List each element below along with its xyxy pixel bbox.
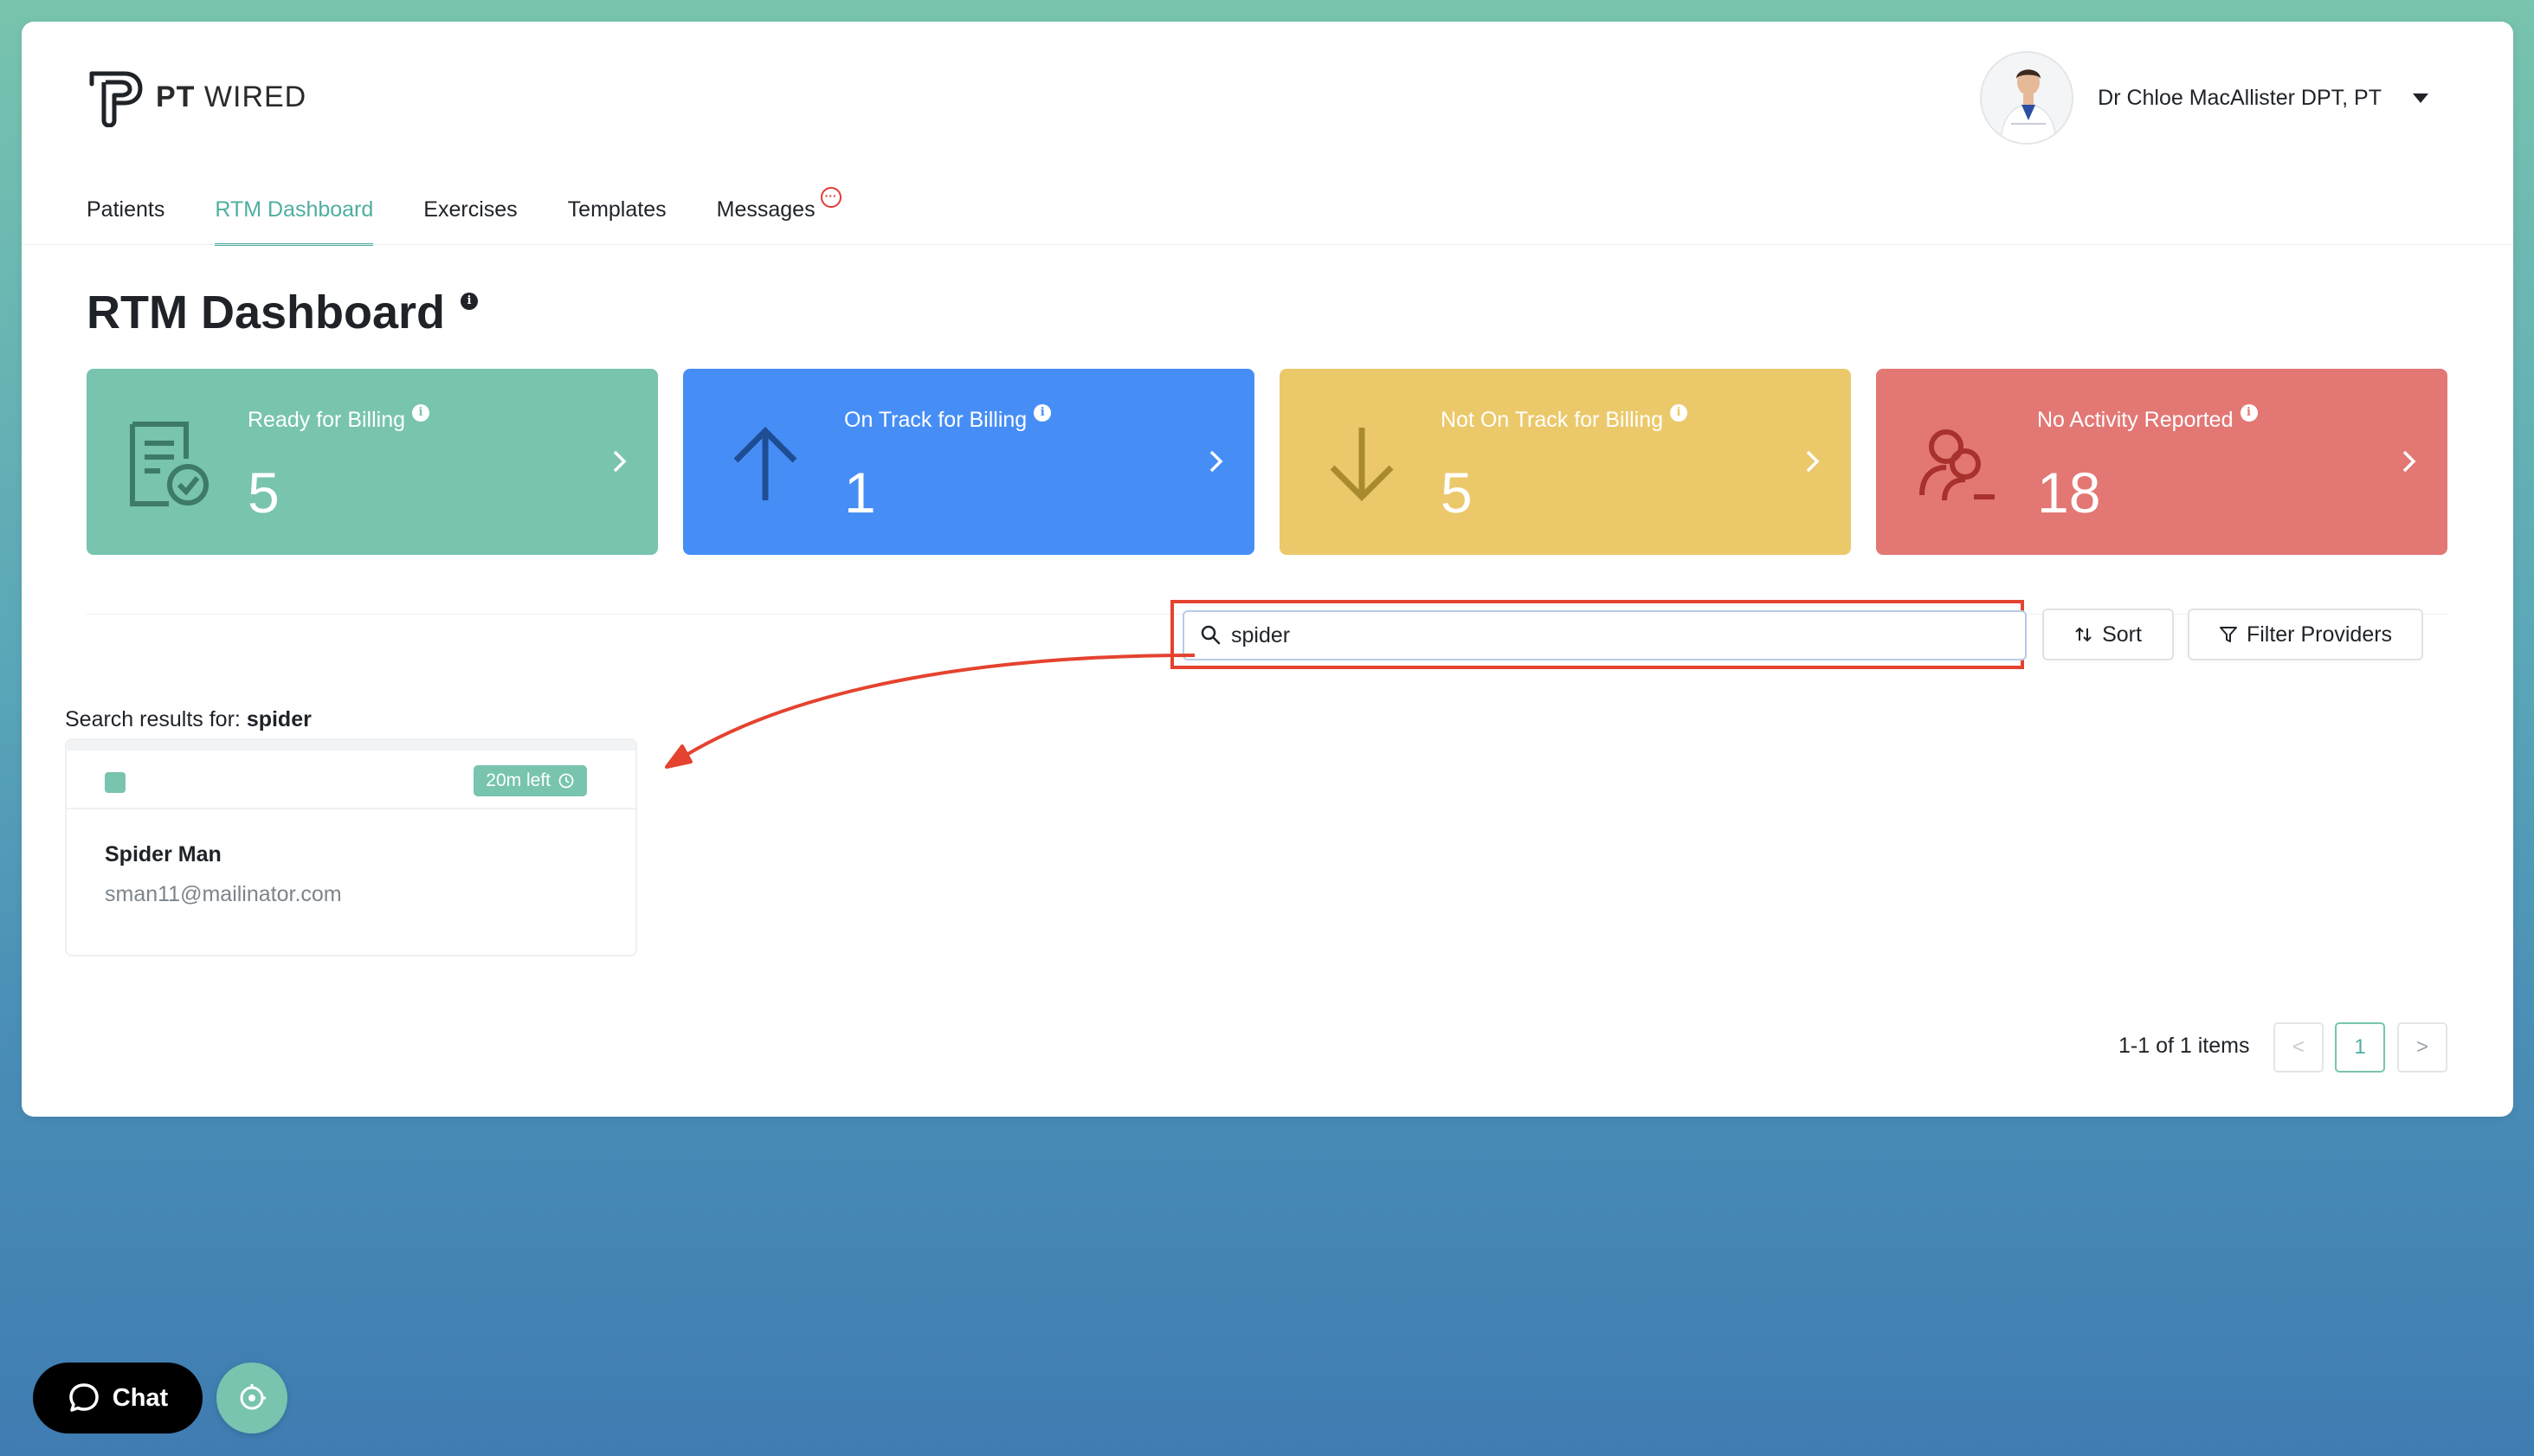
info-icon[interactable]: i <box>1034 404 1052 422</box>
patient-card-header: 20m left <box>67 740 635 809</box>
info-icon[interactable]: i <box>2240 404 2258 422</box>
arrow-down-icon <box>1330 428 1394 501</box>
pagination-next-button[interactable]: > <box>2397 1022 2447 1073</box>
card-label: On Track for Billing i <box>844 404 1052 433</box>
card-value: 5 <box>1441 461 1473 525</box>
pagination-page-1[interactable]: 1 <box>2335 1022 2385 1073</box>
card-label: Ready for Billing i <box>248 404 430 433</box>
info-icon[interactable]: i <box>412 404 430 422</box>
doctor-avatar-icon <box>1982 53 2073 143</box>
messages-badge-icon: ··· <box>820 187 841 208</box>
chevron-down-icon[interactable] <box>2413 93 2428 103</box>
info-icon[interactable]: i <box>461 293 479 310</box>
nav-item-label: RTM Dashboard <box>215 197 374 222</box>
info-icon[interactable]: i <box>1670 404 1688 422</box>
chevron-right-icon: > <box>2415 1035 2428 1059</box>
billing-doc-check-icon <box>130 422 209 506</box>
summary-cards: Ready for Billing i 5 On Track for Billi… <box>87 369 2447 555</box>
pt-wired-logo-icon <box>89 71 143 127</box>
main-nav: Patients RTM Dashboard Exercises Templat… <box>87 187 841 246</box>
nav-item-patients[interactable]: Patients <box>87 197 164 246</box>
results-query: spider <box>246 707 312 731</box>
card-label: Not On Track for Billing i <box>1441 404 1688 433</box>
brand-name-bold: PT <box>156 80 196 113</box>
patient-email: sman11@mailinator.com <box>105 882 342 906</box>
page-number: 1 <box>2354 1035 2366 1059</box>
chevron-right-icon <box>613 450 627 473</box>
patient-name[interactable]: Spider Man <box>105 842 222 867</box>
brand-name-light: WIRED <box>203 80 307 113</box>
search-field[interactable] <box>1183 610 2027 660</box>
search-results-label: Search results for: spider <box>65 707 312 732</box>
sort-icon <box>2075 627 2092 642</box>
chevron-right-icon <box>2402 450 2416 473</box>
card-label: No Activity Reported i <box>2037 404 2258 433</box>
card-no-activity-reported[interactable]: No Activity Reported i 18 <box>1876 369 2447 555</box>
time-left-text: 20m left <box>486 770 551 790</box>
patient-card[interactable]: 20m left Spider Man sman11@mailinator.co… <box>65 738 637 957</box>
card-label-text: Ready for Billing <box>248 408 406 432</box>
nav-item-label: Templates <box>567 197 667 222</box>
nav-item-label: Patients <box>87 197 165 222</box>
card-on-track-for-billing[interactable]: On Track for Billing i 1 <box>683 369 1254 555</box>
arrow-up-icon <box>733 427 797 500</box>
clock-icon <box>558 773 574 789</box>
card-value: 18 <box>2037 461 2101 525</box>
results-prefix: Search results for: <box>65 707 241 731</box>
status-indicator <box>105 772 126 793</box>
user-menu[interactable]: Dr Chloe MacAllister DPT, PT <box>1980 51 2428 145</box>
help-widget-button[interactable] <box>216 1363 287 1433</box>
filter-providers-label: Filter Providers <box>2246 622 2393 647</box>
search-input[interactable] <box>1231 622 2010 648</box>
nav-item-label: Messages <box>716 197 816 222</box>
filter-icon <box>2219 627 2237 642</box>
pagination-prev-button[interactable]: < <box>2273 1022 2324 1073</box>
user-name[interactable]: Dr Chloe MacAllister DPT, PT <box>2098 86 2382 111</box>
card-ready-for-billing[interactable]: Ready for Billing i 5 <box>87 369 658 555</box>
nav-item-rtm-dashboard[interactable]: RTM Dashboard <box>215 197 374 246</box>
brand-name: PT WIRED <box>156 81 306 114</box>
chevron-right-icon <box>1806 450 1820 473</box>
card-value: 5 <box>248 461 280 525</box>
chat-bubble-icon <box>69 1383 99 1412</box>
chat-button[interactable]: Chat <box>33 1363 203 1433</box>
time-left-badge: 20m left <box>474 765 587 796</box>
card-not-on-track-for-billing[interactable]: Not On Track for Billing i 5 <box>1280 369 1851 555</box>
nav-item-exercises[interactable]: Exercises <box>423 197 517 246</box>
sort-button-label: Sort <box>2102 622 2142 647</box>
chevron-right-icon <box>1209 450 1223 473</box>
chat-button-label: Chat <box>112 1383 169 1412</box>
nav-item-messages[interactable]: Messages ··· <box>716 187 841 246</box>
card-label-text: No Activity Reported <box>2037 408 2234 432</box>
card-label-text: Not On Track for Billing <box>1441 408 1664 432</box>
help-widget-icon <box>240 1384 266 1410</box>
page-title-text: RTM Dashboard <box>87 287 446 338</box>
brand-logo[interactable]: PT WIRED <box>87 67 306 127</box>
avatar[interactable] <box>1980 51 2074 145</box>
pagination-summary: 1-1 of 1 items <box>2118 1034 2250 1058</box>
filter-providers-button[interactable]: Filter Providers <box>2188 609 2423 660</box>
user-minus-icon <box>1919 429 1995 501</box>
card-value: 1 <box>844 461 876 525</box>
sort-button[interactable]: Sort <box>2042 609 2174 660</box>
nav-item-label: Exercises <box>423 197 518 222</box>
search-icon <box>1201 625 1221 645</box>
nav-divider <box>22 244 2513 245</box>
chevron-left-icon: < <box>2292 1035 2305 1059</box>
nav-item-templates[interactable]: Templates <box>568 197 667 246</box>
page-title: RTM Dashboard i <box>87 286 479 339</box>
card-label-text: On Track for Billing <box>844 408 1028 432</box>
